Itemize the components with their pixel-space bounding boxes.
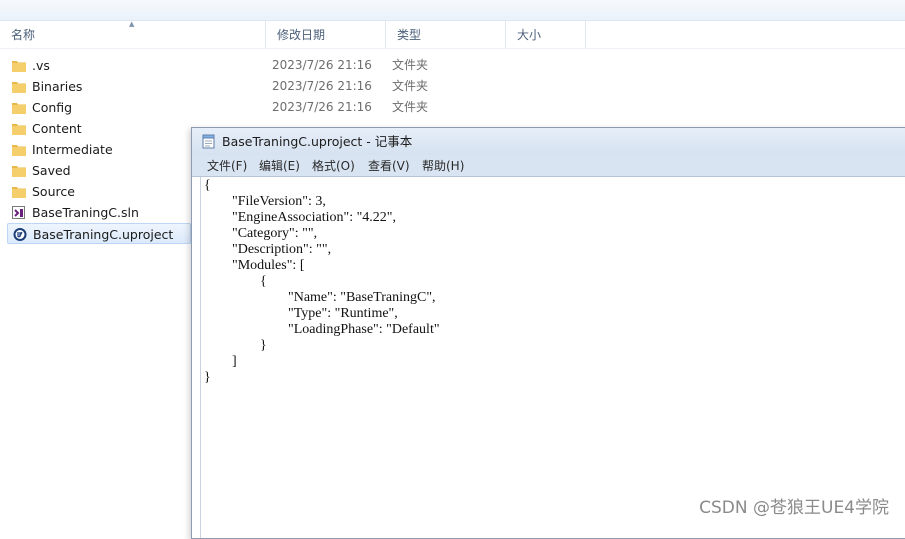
notepad-menubar: 文件(F) 编辑(E) 格式(O) 查看(V) 帮助(H): [192, 155, 905, 177]
file-name: Config: [32, 100, 73, 115]
sort-ascending-icon: ▲: [129, 20, 135, 28]
file-name: BaseTraningC.sln: [32, 205, 139, 220]
file-type: 文件夹: [392, 79, 429, 93]
folder-icon: [12, 61, 26, 72]
file-row-vs[interactable]: .vs: [7, 55, 191, 76]
file-row-sln[interactable]: BaseTraningC.sln: [7, 202, 191, 223]
file-row-uproject[interactable]: BaseTraningC.uproject: [7, 223, 191, 244]
folder-icon: [12, 187, 26, 198]
file-name: Content: [32, 121, 82, 136]
notepad-editor[interactable]: { "FileVersion": 3, "EngineAssociation":…: [200, 177, 905, 538]
file-type: 文件夹: [392, 58, 429, 72]
visual-studio-solution-icon: [12, 206, 25, 219]
notepad-window: BaseTraningC.uproject - 记事本 文件(F) 编辑(E) …: [191, 127, 905, 539]
file-name: Saved: [32, 163, 71, 178]
file-type: 文件夹: [392, 100, 429, 114]
folder-icon: [12, 82, 26, 93]
folder-icon: [12, 103, 26, 114]
column-header-row: 名称 修改日期 类型 大小: [0, 21, 905, 49]
menu-file[interactable]: 文件(F): [207, 155, 247, 177]
file-name: .vs: [32, 58, 50, 73]
notepad-title: BaseTraningC.uproject - 记事本: [222, 134, 413, 149]
notepad-text-content[interactable]: { "FileVersion": 3, "EngineAssociation":…: [204, 178, 440, 386]
file-modified: 2023/7/26 21:16: [272, 100, 372, 114]
explorer-toolbar: [0, 0, 905, 21]
file-name: Intermediate: [32, 142, 113, 157]
file-row-content[interactable]: Content: [7, 118, 191, 139]
column-header-size[interactable]: 大小: [506, 21, 586, 48]
menu-edit[interactable]: 编辑(E): [259, 155, 300, 177]
folder-icon: [12, 145, 26, 156]
file-row-config[interactable]: Config: [7, 97, 191, 118]
menu-help[interactable]: 帮助(H): [422, 155, 464, 177]
file-row-binaries[interactable]: Binaries: [7, 76, 191, 97]
file-row-source[interactable]: Source: [7, 181, 191, 202]
folder-icon: [12, 124, 26, 135]
column-header-modified[interactable]: 修改日期: [266, 21, 386, 48]
file-modified: 2023/7/26 21:16: [272, 79, 372, 93]
file-name: Binaries: [32, 79, 83, 94]
file-row-intermediate[interactable]: Intermediate: [7, 139, 191, 160]
file-name: Source: [32, 184, 75, 199]
file-modified: 2023/7/26 21:16: [272, 58, 372, 72]
menu-format[interactable]: 格式(O): [312, 155, 355, 177]
unreal-engine-icon: [13, 228, 27, 241]
notepad-icon: [202, 134, 215, 149]
column-header-type[interactable]: 类型: [386, 21, 506, 48]
menu-view[interactable]: 查看(V): [368, 155, 410, 177]
file-row-saved[interactable]: Saved: [7, 160, 191, 181]
file-name: BaseTraningC.uproject: [33, 227, 174, 242]
csdn-watermark: CSDN @苍狼王UE4学院: [699, 498, 889, 518]
folder-icon: [12, 166, 26, 177]
notepad-titlebar[interactable]: BaseTraningC.uproject - 记事本: [192, 128, 905, 155]
